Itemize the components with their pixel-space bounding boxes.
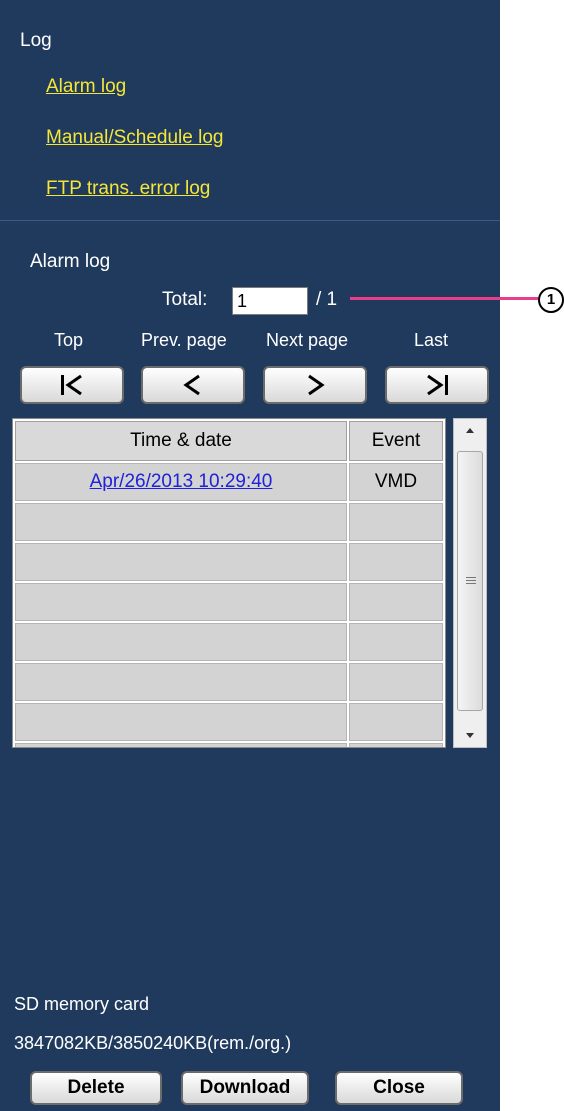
table-header-row: Time & date Event	[15, 421, 443, 461]
alarm-log-table-container: Time & date Event Apr/26/2013 10:29:40 V…	[12, 418, 446, 748]
time-date-cell	[15, 663, 347, 701]
table-scrollbar[interactable]	[453, 418, 487, 748]
table-row	[15, 663, 443, 701]
scroll-thumb[interactable]	[457, 451, 483, 711]
table-row: Apr/26/2013 10:29:40 VMD	[15, 463, 443, 501]
total-label: Total:	[162, 289, 208, 310]
event-cell	[349, 703, 443, 741]
time-date-link[interactable]: Apr/26/2013 10:29:40	[90, 471, 273, 492]
close-button[interactable]: Close	[335, 1071, 463, 1105]
download-button[interactable]: Download	[181, 1071, 309, 1105]
grip-icon	[466, 577, 476, 584]
divider	[0, 220, 500, 221]
arrow-down-icon	[466, 733, 474, 738]
last-page-icon	[427, 374, 448, 396]
table-row	[15, 743, 443, 747]
sd-card-label: SD memory card	[14, 994, 150, 1014]
alarm-log-table: Time & date Event Apr/26/2013 10:29:40 V…	[13, 419, 445, 747]
time-date-cell	[15, 623, 347, 661]
time-date-cell	[15, 703, 347, 741]
log-heading: Log	[20, 30, 52, 51]
last-page-button[interactable]	[385, 366, 489, 404]
event-cell	[349, 623, 443, 661]
scroll-down-button[interactable]	[454, 717, 486, 747]
top-label: Top	[54, 330, 84, 350]
table-row	[15, 703, 443, 741]
prev-page-button[interactable]	[141, 366, 245, 404]
time-date-cell	[15, 743, 347, 747]
callout-line	[350, 297, 538, 300]
time-date-cell	[15, 503, 347, 541]
event-cell	[349, 543, 443, 581]
event-cell: VMD	[349, 463, 443, 501]
prev-page-label: Prev. page	[141, 330, 227, 350]
table-row	[15, 543, 443, 581]
table-row	[15, 583, 443, 621]
last-label: Last	[414, 330, 449, 350]
delete-button[interactable]: Delete	[30, 1071, 162, 1105]
alarm-log-link[interactable]: Alarm log	[46, 76, 126, 98]
next-page-label: Next page	[266, 330, 349, 350]
arrow-up-icon	[466, 428, 474, 433]
callout-marker: 1	[538, 287, 564, 313]
chevron-left-icon	[183, 374, 200, 396]
scroll-up-button[interactable]	[454, 419, 486, 449]
event-cell	[349, 583, 443, 621]
sd-card-capacity: 3847082KB/3850240KB(rem./org.)	[14, 1033, 292, 1053]
section-title: Alarm log	[30, 251, 111, 272]
time-date-cell	[15, 583, 347, 621]
time-date-header: Time & date	[15, 421, 347, 461]
manual-schedule-log-link[interactable]: Manual/Schedule log	[46, 127, 223, 149]
next-page-button[interactable]	[263, 366, 367, 404]
event-cell	[349, 743, 443, 747]
first-page-icon	[61, 374, 82, 396]
first-page-button[interactable]	[20, 366, 124, 404]
chevron-right-icon	[308, 374, 325, 396]
table-row	[15, 503, 443, 541]
event-header: Event	[349, 421, 443, 461]
table-row	[15, 623, 443, 661]
event-cell	[349, 663, 443, 701]
time-date-cell	[15, 543, 347, 581]
total-pages-text: / 1	[316, 289, 338, 310]
ftp-error-log-link[interactable]: FTP trans. error log	[46, 178, 210, 200]
event-cell	[349, 503, 443, 541]
page-number-input[interactable]	[232, 287, 308, 315]
